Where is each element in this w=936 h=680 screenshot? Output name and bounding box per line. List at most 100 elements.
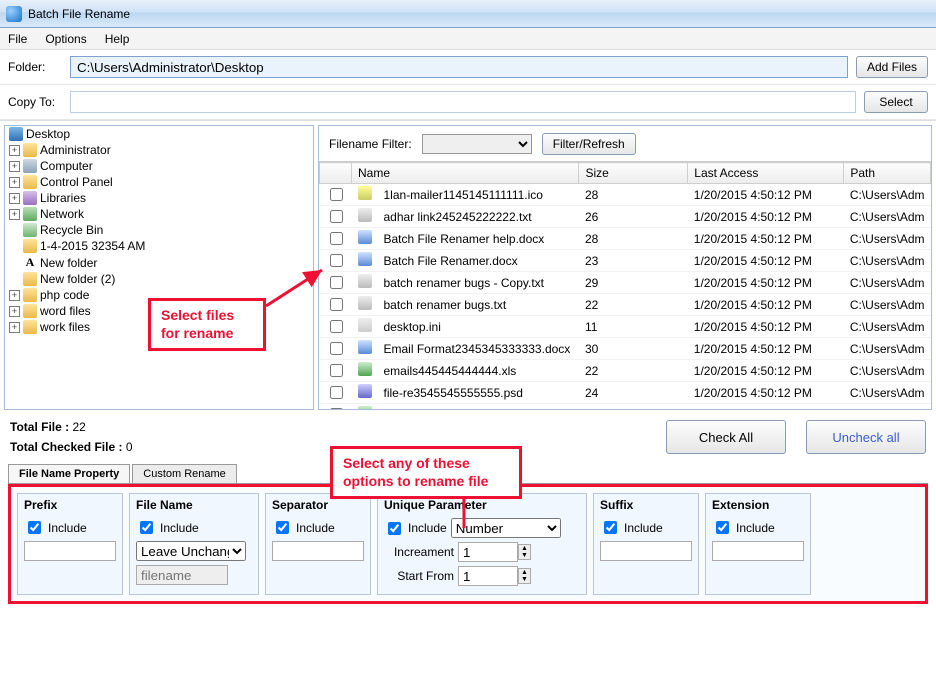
expand-toggle[interactable]: + — [9, 209, 20, 220]
file-list[interactable]: Name Size Last Access Path 1lan-mailer11… — [319, 162, 931, 409]
file-txt-icon — [358, 296, 372, 310]
tree-item[interactable]: Recycle Bin — [5, 222, 313, 238]
file-last-cell: 1/20/2015 4:50:12 PM — [688, 294, 844, 316]
menu-options[interactable]: Options — [45, 32, 86, 46]
file-xls-icon — [358, 362, 372, 376]
file-row[interactable]: InsertDataExcel7845845888888.xls321/20/2… — [320, 404, 931, 410]
file-row[interactable]: 1lan-mailer1145145111111.ico281/20/2015 … — [320, 184, 931, 206]
file-row[interactable]: batch renamer bugs - Copy.txt291/20/2015… — [320, 272, 931, 294]
file-row[interactable]: file-re3545545555555.psd241/20/2015 4:50… — [320, 382, 931, 404]
filename-mode-select[interactable]: Leave Unchange — [136, 541, 246, 561]
folder-label: Folder: — [8, 60, 62, 74]
startfrom-label: Start From — [384, 569, 454, 583]
extension-include[interactable]: Include — [712, 518, 804, 537]
tree-item[interactable]: 1-4-2015 32354 AM — [5, 238, 313, 254]
suffix-include[interactable]: Include — [600, 518, 692, 537]
file-checkbox[interactable] — [330, 386, 343, 399]
group-filename: File Name Include Leave Unchange — [129, 493, 259, 595]
expand-toggle[interactable]: + — [9, 161, 20, 172]
expand-toggle[interactable]: + — [9, 322, 20, 333]
file-row[interactable]: Batch File Renamer.docx231/20/2015 4:50:… — [320, 250, 931, 272]
tree-root[interactable]: Desktop — [5, 126, 313, 142]
file-last-cell: 1/20/2015 4:50:12 PM — [688, 250, 844, 272]
file-row[interactable]: emails445445444444.xls221/20/2015 4:50:1… — [320, 360, 931, 382]
window-title: Batch File Rename — [28, 7, 130, 21]
col-size[interactable]: Size — [579, 163, 688, 184]
folder-icon — [23, 239, 37, 253]
tree-item[interactable]: +Control Panel — [5, 174, 313, 190]
file-checkbox[interactable] — [330, 210, 343, 223]
expand-toggle[interactable]: + — [9, 290, 20, 301]
file-checkbox[interactable] — [330, 232, 343, 245]
col-path[interactable]: Path — [844, 163, 931, 184]
increment-input[interactable] — [458, 542, 518, 562]
file-path-cell: C:\Users\Adm — [844, 316, 931, 338]
file-txt-icon — [358, 208, 372, 222]
startfrom-spinner[interactable]: ▲▼ — [518, 568, 531, 584]
menu-file[interactable]: File — [8, 32, 27, 46]
separator-include[interactable]: Include — [272, 518, 364, 537]
tab-file-name-property[interactable]: File Name Property — [8, 464, 130, 483]
startfrom-input[interactable] — [458, 566, 518, 586]
filter-refresh-button[interactable]: Filter/Refresh — [542, 133, 636, 155]
col-name[interactable]: Name — [352, 163, 579, 184]
extension-input[interactable] — [712, 541, 804, 561]
tree-item[interactable]: +Computer — [5, 158, 313, 174]
file-checkbox[interactable] — [330, 188, 343, 201]
tab-custom-rename[interactable]: Custom Rename — [132, 464, 237, 483]
file-row[interactable]: desktop.ini111/20/2015 4:50:12 PMC:\User… — [320, 316, 931, 338]
file-row[interactable]: adhar link245245222222.txt261/20/2015 4:… — [320, 206, 931, 228]
copyto-row: Copy To: Select — [0, 85, 936, 120]
file-size-cell: 28 — [579, 184, 688, 206]
prefix-input[interactable] — [24, 541, 116, 561]
tree-item[interactable]: +Network — [5, 206, 313, 222]
uncheck-all-button[interactable]: Uncheck all — [806, 420, 926, 454]
unique-include[interactable]: Include — [384, 519, 447, 538]
file-size-cell: 22 — [579, 294, 688, 316]
tree-item-label: Libraries — [40, 191, 86, 205]
expand-toggle — [9, 241, 20, 252]
file-name-cell: desktop.ini — [378, 316, 579, 338]
expand-toggle[interactable]: + — [9, 193, 20, 204]
file-psd-icon — [358, 384, 372, 398]
suffix-input[interactable] — [600, 541, 692, 561]
prefix-include[interactable]: Include — [24, 518, 116, 537]
expand-toggle[interactable]: + — [9, 306, 20, 317]
add-files-button[interactable]: Add Files — [856, 56, 928, 78]
col-last[interactable]: Last Access — [688, 163, 844, 184]
file-docx-icon — [358, 230, 372, 244]
select-button[interactable]: Select — [864, 91, 928, 113]
file-row[interactable]: Email Format2345345333333.docx301/20/201… — [320, 338, 931, 360]
arrow-icon — [262, 262, 332, 312]
expand-toggle[interactable]: + — [9, 145, 20, 156]
check-all-button[interactable]: Check All — [666, 420, 786, 454]
file-size-cell: 22 — [579, 360, 688, 382]
expand-toggle[interactable]: + — [9, 177, 20, 188]
file-size-cell: 30 — [579, 338, 688, 360]
tree-item[interactable]: +Administrator — [5, 142, 313, 158]
group-extension: Extension Include — [705, 493, 811, 595]
filename-text-input[interactable] — [136, 565, 228, 585]
file-name-cell: Batch File Renamer.docx — [378, 250, 579, 272]
folder-icon — [23, 304, 37, 318]
tree-item[interactable]: + Libraries — [5, 190, 313, 206]
file-docx-icon — [358, 252, 372, 266]
file-name-cell: Batch File Renamer help.docx — [378, 228, 579, 250]
text-icon: A — [23, 255, 37, 270]
folder-path-input[interactable] — [70, 56, 848, 78]
filter-select[interactable] — [422, 134, 532, 154]
file-checkbox[interactable] — [330, 320, 343, 333]
file-size-cell: 24 — [579, 382, 688, 404]
file-size-cell: 29 — [579, 272, 688, 294]
file-row[interactable]: Batch File Renamer help.docx281/20/2015 … — [320, 228, 931, 250]
filename-include[interactable]: Include — [136, 518, 252, 537]
menu-help[interactable]: Help — [105, 32, 130, 46]
tree-item-label: Recycle Bin — [40, 223, 103, 237]
separator-input[interactable] — [272, 541, 364, 561]
file-row[interactable]: batch renamer bugs.txt221/20/2015 4:50:1… — [320, 294, 931, 316]
file-checkbox[interactable] — [330, 364, 343, 377]
increment-spinner[interactable]: ▲▼ — [518, 544, 531, 560]
copyto-path-input[interactable] — [70, 91, 856, 113]
file-checkbox[interactable] — [330, 342, 343, 355]
file-checkbox[interactable] — [330, 408, 343, 409]
